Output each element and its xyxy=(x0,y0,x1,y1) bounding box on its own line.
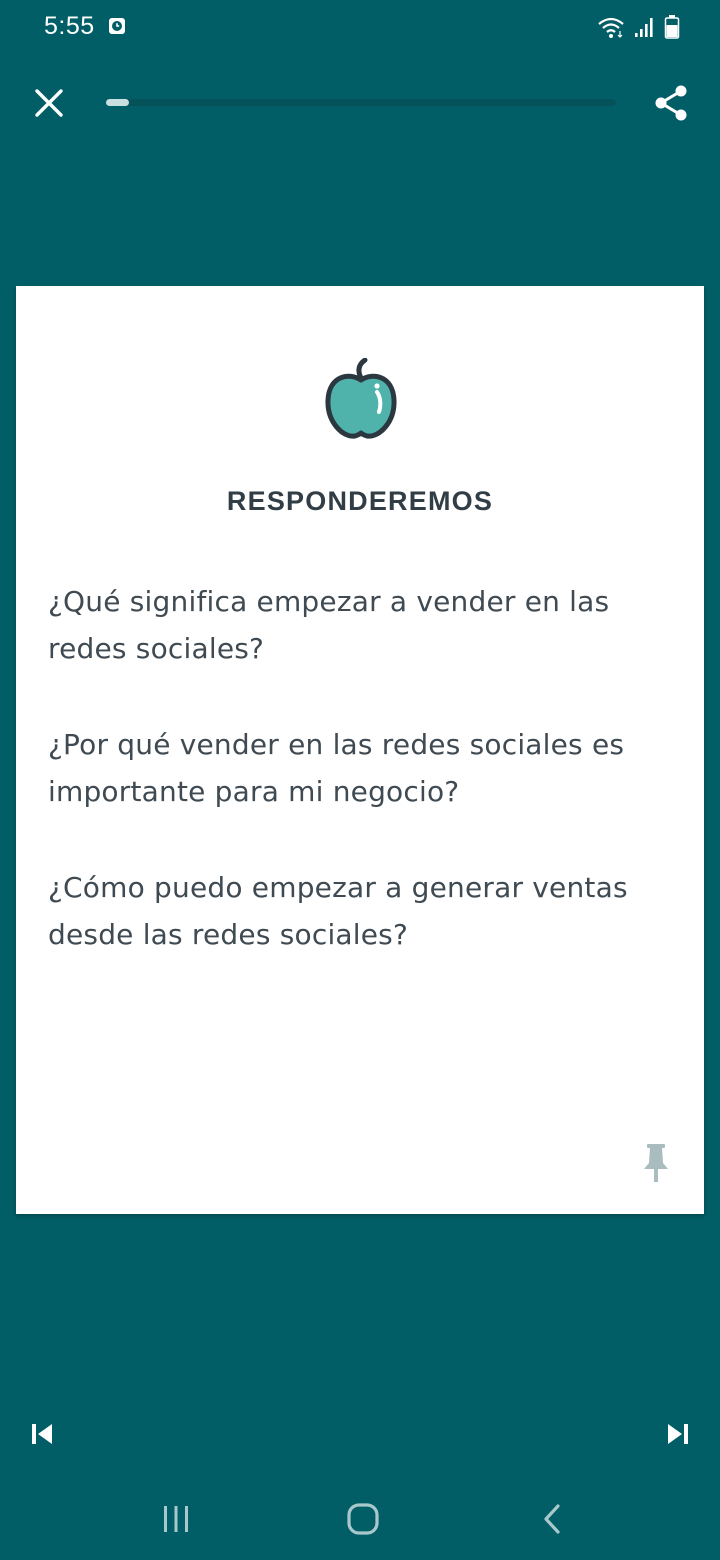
lesson-screen: 5:55 RESPONDEREMOS ¿Qué significa empeza… xyxy=(0,0,720,1560)
home-icon xyxy=(347,1503,379,1535)
previous-card-button[interactable] xyxy=(22,1414,62,1454)
close-button[interactable] xyxy=(26,80,72,126)
next-card-button[interactable] xyxy=(658,1414,698,1454)
skip-previous-icon xyxy=(32,1424,52,1444)
alarm-clock-icon xyxy=(109,18,125,34)
battery-icon xyxy=(664,15,680,39)
back-icon xyxy=(544,1504,560,1534)
apple-icon xyxy=(325,358,397,439)
pin-icon xyxy=(644,1144,668,1182)
status-bar: 5:55 xyxy=(0,0,720,56)
signal-icon xyxy=(635,18,653,37)
share-icon xyxy=(655,85,687,121)
recents-button[interactable] xyxy=(150,1496,202,1542)
share-button[interactable] xyxy=(648,80,694,126)
wifi-icon xyxy=(598,17,624,38)
questions-list: ¿Qué significa empezar a vender en las r… xyxy=(48,578,684,1007)
status-time: 5:55 xyxy=(44,12,95,40)
question-item: ¿Cómo puedo empezar a generar ventas des… xyxy=(48,871,628,951)
home-button[interactable] xyxy=(337,1496,389,1542)
close-icon xyxy=(35,89,63,117)
lesson-progress-fill xyxy=(106,99,129,106)
question-item: ¿Por qué vender en las redes sociales es… xyxy=(48,728,625,808)
card-title: RESPONDEREMOS xyxy=(226,486,494,516)
question-item: ¿Qué significa empezar a vender en las r… xyxy=(48,585,610,665)
skip-next-icon xyxy=(668,1424,688,1444)
back-button[interactable] xyxy=(526,1496,578,1542)
recents-icon xyxy=(164,1506,188,1532)
status-icons xyxy=(596,14,680,40)
lesson-progress-bar xyxy=(106,99,616,106)
pin-button[interactable] xyxy=(638,1140,674,1186)
